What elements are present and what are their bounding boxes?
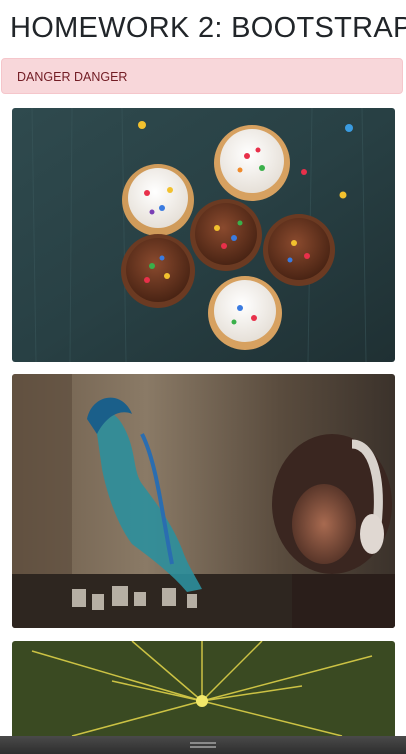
bottom-resize-bar[interactable] (0, 736, 406, 754)
danger-alert: DANGER DANGER (1, 58, 403, 94)
resize-grip-icon[interactable] (190, 742, 216, 744)
page-title: HOMEWORK 2: BOOTSTRAP (10, 12, 406, 44)
fireworks-image (12, 641, 395, 741)
cupcakes-image (12, 108, 395, 362)
graffiti-image (12, 374, 395, 628)
